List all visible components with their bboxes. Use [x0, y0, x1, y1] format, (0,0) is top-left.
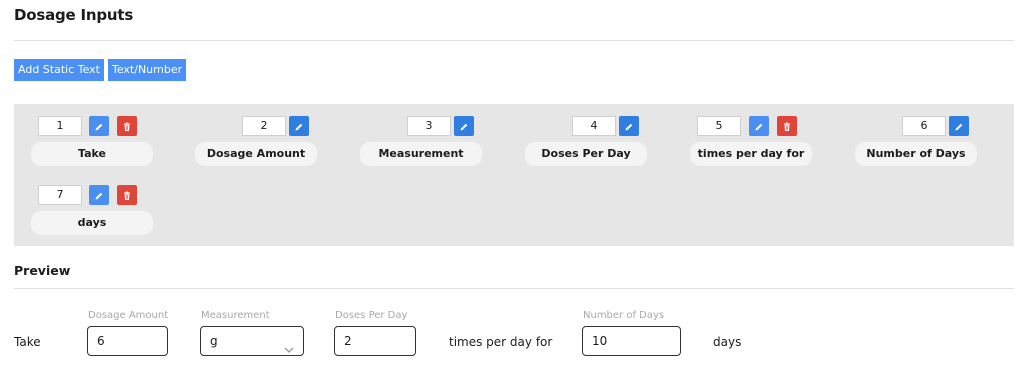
dosage-inputs-panel: 1 Take 2 Dosage Amount 3 Measurement 4 D… — [14, 104, 1014, 246]
add-static-text-button[interactable]: Add Static Text — [14, 59, 104, 81]
dosage-amount-caption: Dosage Amount — [88, 310, 169, 321]
delete-button[interactable] — [117, 185, 137, 205]
dosage-amount-field[interactable]: 6 — [87, 326, 168, 356]
pencil-icon — [94, 117, 104, 136]
pencil-icon — [624, 117, 634, 136]
order-field[interactable]: 6 — [902, 116, 946, 136]
doses-per-day-caption: Doses Per Day — [335, 310, 408, 321]
input-label: Number of Days — [855, 142, 977, 166]
preview-title: Preview — [14, 263, 71, 278]
pencil-icon — [94, 186, 104, 205]
input-label: Doses Per Day — [525, 142, 647, 166]
input-item-measurement: 3 Measurement — [360, 104, 484, 166]
edit-button[interactable] — [619, 116, 639, 136]
divider — [14, 288, 1014, 289]
chevron-down-icon — [284, 336, 294, 364]
trash-icon — [122, 186, 132, 205]
edit-button[interactable] — [289, 116, 309, 136]
delete-button[interactable] — [777, 116, 797, 136]
preview-times-per-day-text: times per day for — [449, 335, 553, 349]
preview-days-text: days — [713, 335, 742, 349]
input-item-number-of-days: 6 Number of Days — [855, 104, 979, 166]
number-of-days-field[interactable]: 10 — [582, 326, 681, 356]
edit-button[interactable] — [89, 116, 109, 136]
input-item-dosage-amount: 2 Dosage Amount — [195, 104, 319, 166]
divider — [14, 40, 1014, 41]
input-label: Dosage Amount — [195, 142, 317, 166]
pencil-icon — [754, 117, 764, 136]
order-field[interactable]: 2 — [242, 116, 286, 136]
input-item-times-per-day-for: 5 times per day for — [690, 104, 814, 166]
trash-icon — [782, 117, 792, 136]
pencil-icon — [459, 117, 469, 136]
page-title: Dosage Inputs — [14, 6, 134, 24]
delete-button[interactable] — [117, 116, 137, 136]
pencil-icon — [954, 117, 964, 136]
edit-button[interactable] — [949, 116, 969, 136]
number-of-days-caption: Number of Days — [583, 310, 665, 321]
order-field[interactable]: 7 — [38, 185, 82, 205]
order-field[interactable]: 3 — [407, 116, 451, 136]
input-item-doses-per-day: 4 Doses Per Day — [525, 104, 649, 166]
order-field[interactable]: 1 — [38, 116, 82, 136]
order-field[interactable]: 5 — [697, 116, 741, 136]
input-label: Take — [31, 142, 153, 166]
input-label: times per day for — [690, 142, 812, 166]
input-item-take: 1 Take — [31, 104, 155, 166]
measurement-value: g — [210, 334, 218, 348]
input-item-days: 7 days — [31, 173, 155, 235]
edit-button[interactable] — [454, 116, 474, 136]
input-label: days — [31, 211, 153, 235]
edit-button[interactable] — [89, 185, 109, 205]
preview-take-text: Take — [14, 335, 41, 349]
measurement-select[interactable]: g — [200, 326, 304, 356]
pencil-icon — [294, 117, 304, 136]
input-label: Measurement — [360, 142, 482, 166]
toolbar: Add Static Text Text/Number — [14, 59, 187, 81]
order-field[interactable]: 4 — [572, 116, 616, 136]
doses-per-day-field[interactable]: 2 — [334, 326, 416, 356]
text-number-button[interactable]: Text/Number — [108, 59, 187, 81]
measurement-caption: Measurement — [201, 310, 270, 321]
trash-icon — [122, 117, 132, 136]
edit-button[interactable] — [749, 116, 769, 136]
